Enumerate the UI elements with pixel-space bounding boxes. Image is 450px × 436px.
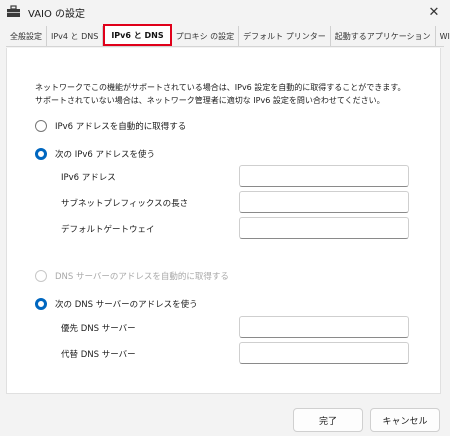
default-gateway-label: デフォルトゲートウェイ [61,225,155,235]
dns-manual-label: 次の DNS サーバーのアドレスを使う [55,300,198,310]
dns-auto-label: DNS サーバーのアドレスを自動的に取得する [55,272,229,282]
tab-default-printer[interactable]: デフォルト プリンター [239,26,331,46]
dns-auto-radio [35,270,47,282]
description-text: ネットワークでこの機能がサポートされている場合は、IPv6 設定を自動的に取得す… [35,81,406,107]
dns-manual-radio[interactable] [35,298,47,310]
ipv6-address-field[interactable] [239,165,409,187]
ipv6-manual-option[interactable]: 次の IPv6 アドレスを使う [35,148,155,160]
briefcase-icon [7,5,20,17]
subnet-prefix-label: サブネットプレフィックスの長さ [61,199,189,209]
description-line-2: サポートされていない場合は、ネットワーク管理者に適切な IPv6 設定を問い合わ… [35,96,385,105]
close-icon[interactable]: ✕ [418,0,450,24]
ipv6-manual-label: 次の IPv6 アドレスを使う [55,150,155,160]
done-button[interactable]: 完了 [293,408,363,432]
title-bar: VAIO の設定 ✕ [0,0,450,24]
ipv6-manual-radio[interactable] [35,148,47,160]
subnet-prefix-field[interactable] [239,191,409,213]
window-title: VAIO の設定 [28,9,86,20]
tab-wins[interactable]: WINS [436,26,450,46]
tab-proxy[interactable]: プロキシ の設定 [172,26,240,46]
tab-ipv4-dns[interactable]: IPv4 と DNS [47,26,104,46]
settings-panel: ネットワークでこの機能がサポートされている場合は、IPv6 設定を自動的に取得す… [6,48,441,394]
tab-startup-apps[interactable]: 起動するアプリケーション [331,26,436,46]
default-gateway-field[interactable] [239,217,409,239]
ipv6-auto-option[interactable]: IPv6 アドレスを自動的に取得する [35,120,186,132]
tab-general[interactable]: 全般設定 [6,26,47,46]
alternate-dns-field[interactable] [239,342,409,364]
dns-auto-option: DNS サーバーのアドレスを自動的に取得する [35,270,229,282]
ipv6-address-label: IPv6 アドレス [61,173,116,183]
tab-ipv6-dns[interactable]: IPv6 と DNS [103,24,172,46]
alternate-dns-label: 代替 DNS サーバー [61,350,136,360]
ipv6-auto-label: IPv6 アドレスを自動的に取得する [55,122,187,132]
preferred-dns-label: 優先 DNS サーバー [61,324,136,334]
preferred-dns-field[interactable] [239,316,409,338]
dns-manual-option[interactable]: 次の DNS サーバーのアドレスを使う [35,298,198,310]
tab-strip: 全般設定 IPv4 と DNS IPv6 と DNS プロキシ の設定 デフォル… [6,24,450,47]
description-line-1: ネットワークでこの機能がサポートされている場合は、IPv6 設定を自動的に取得す… [35,83,406,92]
ipv6-auto-radio[interactable] [35,120,47,132]
cancel-button[interactable]: キャンセル [370,408,440,432]
